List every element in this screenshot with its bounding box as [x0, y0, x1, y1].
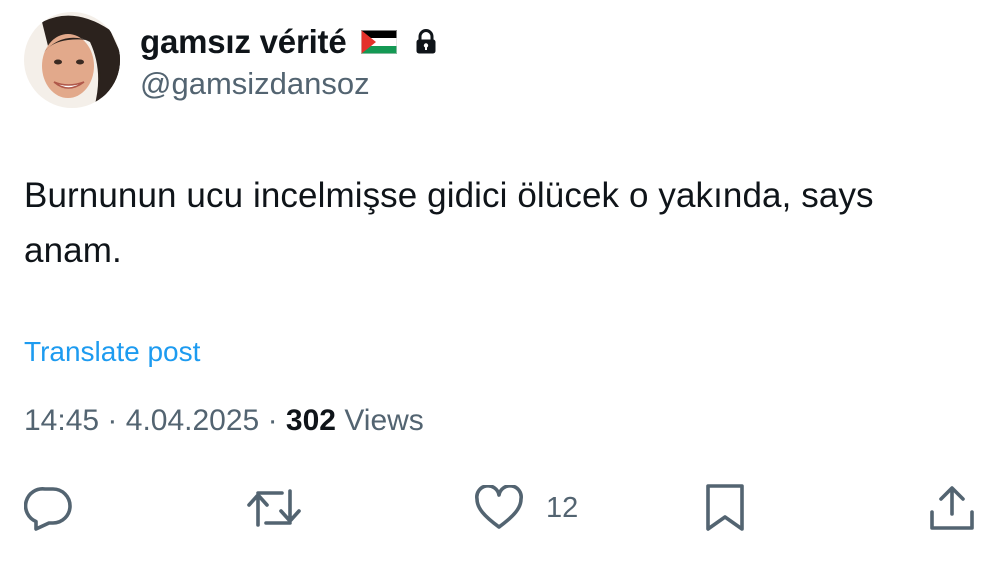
name-row: gamsız vérité	[140, 22, 437, 62]
author-handle[interactable]: @gamsizdansoz	[140, 66, 437, 102]
tweet-text: Burnunun ucu incelmişse gidici ölücek o …	[24, 176, 874, 270]
avatar[interactable]	[24, 12, 120, 108]
tweet-header: gamsız vérité @gamsizdansoz	[24, 12, 437, 110]
bookmark-icon	[704, 483, 746, 533]
palestine-flag-icon	[360, 30, 397, 54]
views-count[interactable]: 302	[286, 404, 336, 437]
heart-icon	[474, 485, 524, 531]
tweet-date[interactable]: 4.04.2025	[126, 404, 259, 437]
share-button[interactable]	[928, 478, 976, 538]
retweet-icon	[246, 485, 304, 531]
lock-icon	[415, 29, 437, 55]
reply-icon	[24, 485, 74, 531]
reply-button[interactable]	[24, 478, 74, 538]
share-icon	[928, 484, 976, 532]
views-label[interactable]: Views	[344, 404, 423, 437]
like-button[interactable]: 12	[474, 478, 578, 538]
tweet-meta: 14:45 · 4.04.2025 · 302 Views	[24, 404, 424, 438]
like-count: 12	[546, 491, 579, 524]
translate-post-link[interactable]: Translate post	[24, 336, 200, 368]
retweet-button[interactable]	[246, 478, 304, 538]
action-bar: 12	[0, 478, 1000, 538]
meta-separator: ·	[267, 404, 278, 437]
author-identity: gamsız vérité @gamsizdansoz	[140, 12, 437, 102]
tweet-time[interactable]: 14:45	[24, 404, 99, 437]
display-name[interactable]: gamsız vérité	[140, 23, 347, 61]
bookmark-button[interactable]	[704, 478, 746, 538]
meta-separator: ·	[107, 404, 118, 437]
